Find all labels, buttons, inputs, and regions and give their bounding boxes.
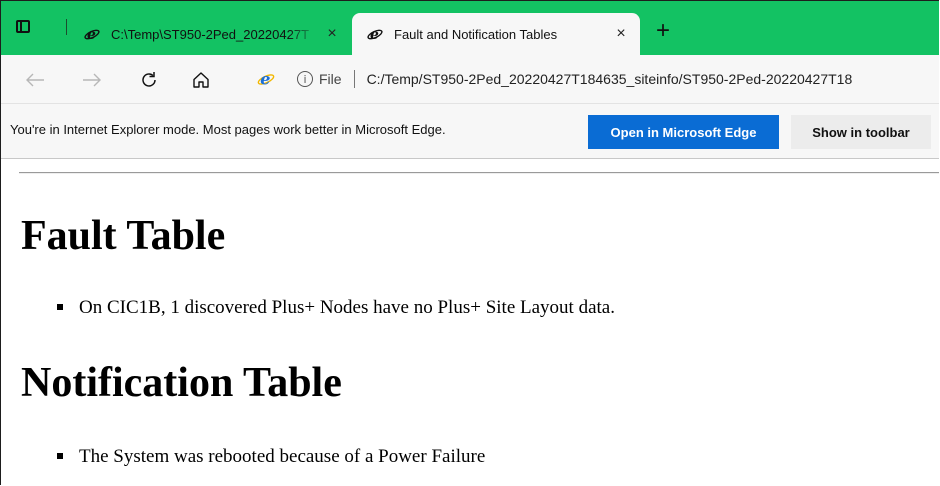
tab-title: C:\Temp\ST950-2Ped_20220427T xyxy=(111,26,310,42)
tab-separator xyxy=(66,19,67,35)
ie-logo-icon: e xyxy=(366,25,384,43)
close-tab-icon[interactable]: × xyxy=(608,25,634,43)
address-divider xyxy=(353,70,355,88)
tab-temp-file[interactable]: e C:\Temp\ST950-2Ped_20220427T × xyxy=(69,13,351,55)
list-item: On CIC1B, 1 discovered Plus+ Nodes have … xyxy=(57,297,615,319)
fault-table-heading: Fault Table xyxy=(21,213,226,259)
fault-list: On CIC1B, 1 discovered Plus+ Nodes have … xyxy=(57,297,615,319)
tab-actions-icon xyxy=(16,19,30,33)
svg-text:e: e xyxy=(260,70,270,88)
tab-title: Fault and Notification Tables xyxy=(394,26,558,42)
tab-strip: e C:\Temp\ST950-2Ped_20220427T × e Fault… xyxy=(1,1,939,55)
list-item-text: On CIC1B, 1 discovered Plus+ Nodes have … xyxy=(79,297,615,318)
tab-actions-button[interactable] xyxy=(12,16,34,36)
forward-arrow-icon[interactable] xyxy=(78,67,106,93)
back-arrow-icon[interactable] xyxy=(21,67,49,93)
notification-table-heading: Notification Table xyxy=(21,360,342,406)
ie-mode-message: You're in Internet Explorer mode. Most p… xyxy=(10,122,446,137)
ie-mode-icon[interactable]: e xyxy=(257,70,275,88)
ie-logo-icon: e xyxy=(83,25,101,43)
new-tab-button[interactable]: + xyxy=(651,19,675,43)
browser-window: e C:\Temp\ST950-2Ped_20220427T × e Fault… xyxy=(0,0,939,485)
home-icon[interactable] xyxy=(187,67,215,93)
refresh-icon[interactable] xyxy=(135,67,163,93)
bullet-icon xyxy=(57,453,63,459)
close-tab-icon[interactable]: × xyxy=(319,25,345,43)
tab-fault-notification[interactable]: e Fault and Notification Tables × xyxy=(352,13,640,55)
file-label: File xyxy=(319,71,342,87)
notification-list: The System was rebooted because of a Pow… xyxy=(57,446,485,468)
show-in-toolbar-button[interactable]: Show in toolbar xyxy=(791,115,931,149)
address-bar[interactable]: e i File C:/Temp/ST950-2Ped_20220427T184… xyxy=(229,62,939,96)
page-content: Fault Table On CIC1B, 1 discovered Plus+… xyxy=(1,159,939,485)
list-item-text: The System was rebooted because of a Pow… xyxy=(79,446,486,467)
bullet-icon xyxy=(57,304,63,310)
svg-text:e: e xyxy=(370,27,379,42)
ie-mode-bar: You're in Internet Explorer mode. Most p… xyxy=(1,103,939,159)
navigation-toolbar: e i File C:/Temp/ST950-2Ped_20220427T184… xyxy=(1,55,939,103)
list-item: The System was rebooted because of a Pow… xyxy=(57,446,485,468)
url-text[interactable]: C:/Temp/ST950-2Ped_20220427T184635_sitei… xyxy=(367,71,853,87)
horizontal-rule xyxy=(19,172,939,174)
open-in-edge-button[interactable]: Open in Microsoft Edge xyxy=(588,115,779,149)
info-icon[interactable]: i xyxy=(297,71,313,87)
svg-text:e: e xyxy=(87,27,96,42)
